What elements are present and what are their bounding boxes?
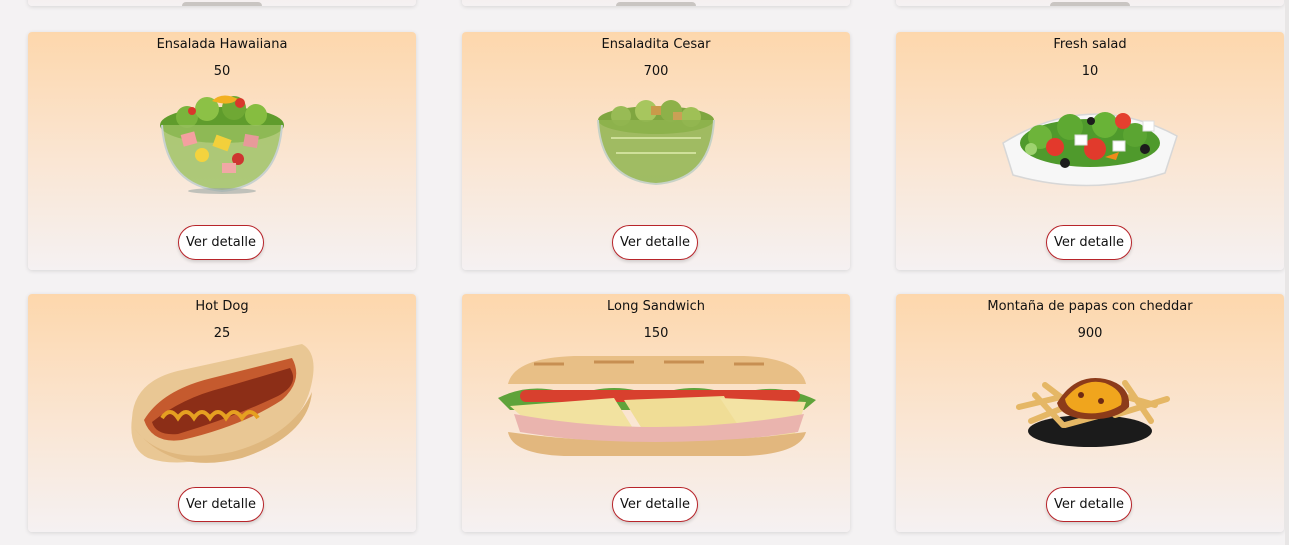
product-name: Ensaladita Cesar [601, 37, 711, 52]
product-image [462, 88, 850, 198]
product-card: Hot Dog 25 Ver detalle [28, 294, 416, 532]
product-card: Long Sandwich 150 Ver detalle [462, 294, 850, 532]
product-card-partial [896, 0, 1284, 6]
product-card-partial [462, 0, 850, 6]
product-card: Ensaladita Cesar 700 Ver detalle [462, 32, 850, 270]
page-scrollbar[interactable] [1285, 0, 1289, 545]
product-image [28, 88, 416, 198]
product-card-partial [28, 0, 416, 6]
product-price: 10 [1081, 64, 1099, 79]
product-price: 700 [643, 64, 669, 79]
product-name: Long Sandwich [607, 299, 705, 314]
product-card: Fresh salad 10 Ver detalle [896, 32, 1284, 270]
product-image [896, 88, 1284, 198]
product-price: 25 [213, 326, 231, 341]
product-name: Montaña de papas con cheddar [987, 299, 1193, 314]
product-card: Montaña de papas con cheddar 900 Ver det… [896, 294, 1284, 532]
product-image [896, 350, 1284, 460]
view-detail-button[interactable]: Ver detalle [612, 487, 698, 522]
product-image [462, 350, 850, 460]
partial-button [616, 2, 696, 6]
view-detail-button[interactable]: Ver detalle [1046, 487, 1132, 522]
view-detail-button[interactable]: Ver detalle [178, 225, 264, 260]
view-detail-button[interactable]: Ver detalle [1046, 225, 1132, 260]
partial-button [182, 2, 262, 6]
product-card: Ensalada Hawaiiana 50 Ver detalle [28, 32, 416, 270]
product-image [28, 344, 416, 463]
partial-button [1050, 2, 1130, 6]
product-name: Ensalada Hawaiiana [156, 37, 288, 52]
product-name: Hot Dog [195, 299, 249, 314]
product-price: 50 [213, 64, 231, 79]
product-name: Fresh salad [1053, 37, 1127, 52]
product-price: 900 [1077, 326, 1103, 341]
product-price: 150 [643, 326, 669, 341]
view-detail-button[interactable]: Ver detalle [178, 487, 264, 522]
view-detail-button[interactable]: Ver detalle [612, 225, 698, 260]
